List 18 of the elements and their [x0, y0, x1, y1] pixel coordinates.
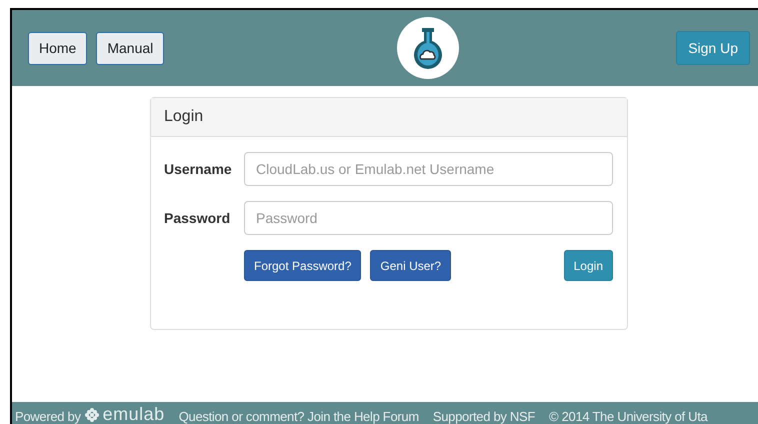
nav-button[interactable]: Home	[28, 32, 88, 64]
flask-logo-icon	[397, 17, 460, 79]
signup-button[interactable]: Sign Up	[676, 31, 750, 65]
footer-text: Supported by NSF	[432, 409, 536, 424]
login-button[interactable]: Login	[564, 250, 613, 281]
link-button[interactable]: Forgot Password?	[244, 250, 362, 281]
input-field[interactable]: CloudLab.us or Emulab.net Username	[244, 152, 613, 186]
panel-title: Login	[151, 98, 627, 137]
footer-text: © 2014 The University of Uta	[549, 409, 708, 424]
field-label: Username	[164, 161, 233, 177]
input-field[interactable]: Password	[244, 201, 613, 235]
field-label: Password	[164, 210, 232, 226]
emulab-logo[interactable]: emulab	[102, 404, 165, 424]
footer-text: Powered by	[15, 409, 81, 424]
link-button[interactable]: Geni User?	[370, 250, 452, 281]
flower-icon	[84, 408, 99, 422]
nav-button[interactable]: Manual	[96, 32, 164, 64]
footer-text[interactable]: Question or comment? Join the Help Forum	[178, 409, 419, 424]
